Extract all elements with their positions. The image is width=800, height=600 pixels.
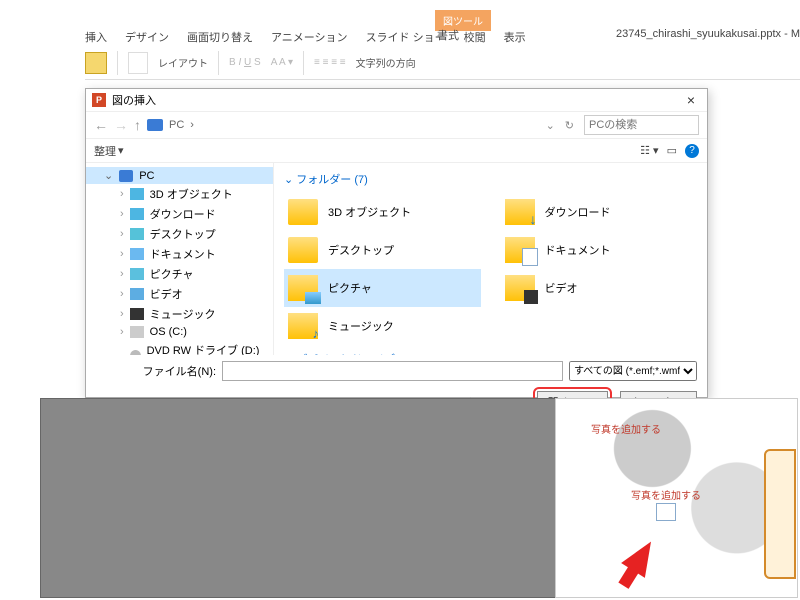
- nav-forward-icon[interactable]: →: [114, 117, 128, 133]
- editor-gray-area: [40, 398, 580, 598]
- pc-icon: [147, 119, 163, 131]
- folder-desktop[interactable]: デスクトップ: [284, 231, 481, 269]
- powerpoint-icon: P: [92, 93, 106, 107]
- tree-3d-objects[interactable]: ›3D オブジェクト: [86, 184, 273, 204]
- tab-slideshow[interactable]: スライド ショー: [366, 29, 446, 45]
- tree-documents[interactable]: ›ドキュメント: [86, 244, 273, 264]
- organize-menu[interactable]: 整理: [94, 143, 116, 159]
- filename-label: ファイル名(N):: [96, 363, 216, 379]
- downloads-icon: [505, 199, 535, 225]
- new-slide-icon[interactable]: [128, 52, 148, 74]
- breadcrumb-pc[interactable]: PC: [169, 119, 184, 131]
- close-button[interactable]: ×: [681, 92, 701, 108]
- file-filter-dropdown[interactable]: すべての図 (*.emf;*.wmf;*.jpg;*.jl: [569, 361, 697, 381]
- help-icon[interactable]: ?: [685, 144, 699, 158]
- folders-group-header[interactable]: ⌄ フォルダー (7): [284, 171, 697, 187]
- tab-insert[interactable]: 挿入: [85, 29, 107, 45]
- photo-placeholder-1-label: 写真を追加する: [591, 421, 661, 436]
- tree-pc[interactable]: ⌄PC: [86, 167, 273, 184]
- photo-placeholder-2-label: 写真を追加する: [631, 487, 701, 502]
- tree-dvd-d[interactable]: ›DVD RW ドライブ (D:) 85C409: [86, 340, 273, 355]
- view-options-icon[interactable]: ☷ ▾: [640, 144, 658, 157]
- paste-icon[interactable]: [85, 52, 107, 74]
- tab-transitions[interactable]: 画面切り替え: [187, 29, 253, 45]
- filename-input[interactable]: [222, 361, 563, 381]
- documents-icon: [505, 237, 535, 263]
- layout-dropdown[interactable]: レイアウト: [158, 55, 208, 70]
- folder-videos[interactable]: ビデオ: [501, 269, 698, 307]
- folder-documents[interactable]: ドキュメント: [501, 231, 698, 269]
- folder-3d-objects[interactable]: 3D オブジェクト: [284, 193, 481, 231]
- devices-group-header[interactable]: ⌄ デバイスとドライブ (4): [284, 351, 697, 355]
- tree-desktop[interactable]: ›デスクトップ: [86, 224, 273, 244]
- tab-design[interactable]: デザイン: [125, 29, 169, 45]
- folder-icon: [288, 237, 318, 263]
- insert-picture-dialog: P 図の挿入 × ← → ↑ PC › ⌄ ↻ 整理 ▾ ☷ ▾ ▭ ? ⌄PC…: [85, 88, 708, 398]
- tab-review[interactable]: 校閲: [464, 29, 486, 45]
- picture-placeholder-icon[interactable]: [656, 503, 676, 521]
- tree-music[interactable]: ›ミュージック: [86, 304, 273, 324]
- music-icon: [288, 313, 318, 339]
- tree-pictures[interactable]: ›ピクチャ: [86, 264, 273, 284]
- folder-music[interactable]: ミュージック: [284, 307, 481, 345]
- folder-content: ⌄ フォルダー (7) 3D オブジェクト ダウンロード デスクトップ ドキュメ…: [274, 163, 707, 355]
- dialog-title: 図の挿入: [112, 92, 156, 108]
- nav-back-icon[interactable]: ←: [94, 117, 108, 133]
- nav-tree: ⌄PC ›3D オブジェクト ›ダウンロード ›デスクトップ ›ドキュメント ›…: [86, 163, 274, 355]
- ribbon-tabs: 挿入 デザイン 画面切り替え アニメーション スライド ショー 校閲 表示: [85, 28, 800, 46]
- preview-pane-icon[interactable]: ▭: [667, 144, 677, 157]
- tree-videos[interactable]: ›ビデオ: [86, 284, 273, 304]
- folder-pictures[interactable]: ピクチャ: [284, 269, 481, 307]
- folder-icon: [288, 199, 318, 225]
- nav-up-icon[interactable]: ↑: [134, 117, 141, 133]
- tab-animations[interactable]: アニメーション: [271, 29, 348, 45]
- search-input[interactable]: [584, 115, 699, 135]
- text-direction-dropdown[interactable]: 文字列の方向: [356, 55, 416, 70]
- side-panel: [764, 449, 796, 579]
- ribbon-commands: レイアウト B I U S A A ▾ ≡ ≡ ≡ ≡ 文字列の方向: [85, 50, 800, 80]
- folder-downloads[interactable]: ダウンロード: [501, 193, 698, 231]
- pictures-icon: [288, 275, 318, 301]
- refresh-icon[interactable]: ↻: [565, 119, 574, 132]
- breadcrumb-dropdown-icon[interactable]: ⌄: [546, 119, 555, 132]
- tree-os-c[interactable]: ›OS (C:): [86, 324, 273, 340]
- breadcrumb-separator: ›: [190, 119, 194, 131]
- tree-downloads[interactable]: ›ダウンロード: [86, 204, 273, 224]
- tab-view[interactable]: 表示: [504, 29, 526, 45]
- slide-canvas[interactable]: 写真を追加する 写真を追加する: [555, 398, 798, 598]
- videos-icon: [505, 275, 535, 301]
